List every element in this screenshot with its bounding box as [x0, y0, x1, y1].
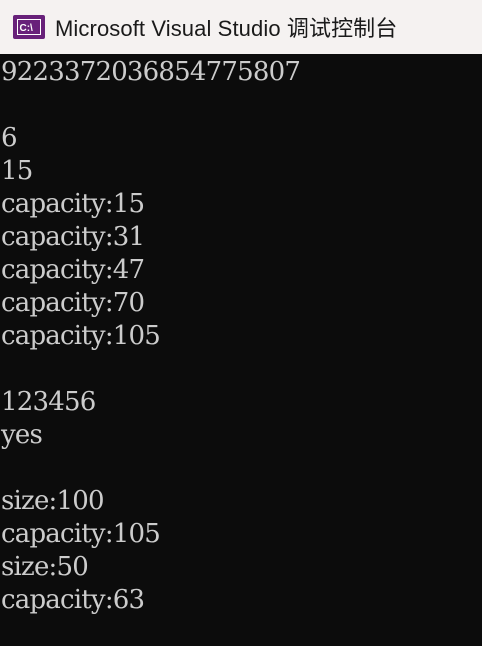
console-line: 15: [1, 156, 33, 186]
console-line: 6: [1, 123, 18, 153]
svg-text:C:\: C:\: [20, 23, 34, 34]
console-line: 123456: [1, 387, 96, 417]
console-line: capacity:105: [1, 519, 161, 549]
console-line: size:50: [1, 552, 89, 582]
console-line: capacity:47: [1, 255, 145, 285]
console-line: capacity:15: [1, 189, 145, 219]
console-line: capacity:105: [1, 321, 161, 351]
console-line: capacity:70: [1, 288, 145, 318]
console-line: size:100: [1, 486, 105, 516]
console-line: capacity:31: [1, 222, 145, 252]
console-line: yes: [1, 420, 43, 450]
console-line: 9223372036854775807: [1, 57, 301, 87]
console-line: capacity:63: [1, 585, 145, 615]
console-window: C:\ Microsoft Visual Studio 调试控制台 922337…: [0, 0, 482, 646]
title-bar[interactable]: C:\ Microsoft Visual Studio 调试控制台: [0, 0, 482, 54]
console-output: 9223372036854775807 6 15 capacity:15 cap…: [0, 56, 482, 646]
visual-studio-console-icon: C:\: [13, 15, 45, 39]
window-title: Microsoft Visual Studio 调试控制台: [55, 16, 398, 41]
